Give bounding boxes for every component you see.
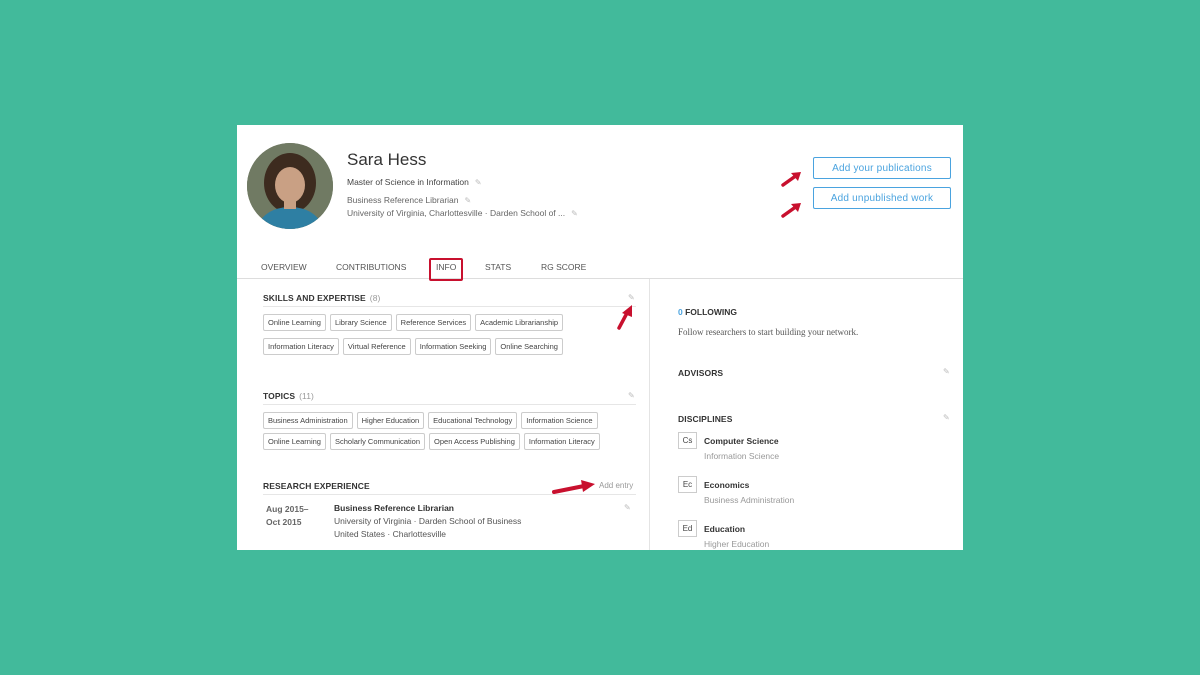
skill-tag[interactable]: Reference Services [395, 314, 472, 331]
add-publications-button[interactable]: Add your publications [813, 157, 951, 179]
pencil-icon[interactable]: ✎ [624, 503, 631, 512]
skill-tag[interactable]: Virtual Reference [342, 338, 411, 355]
pencil-icon[interactable]: ✎ [943, 367, 950, 376]
skill-tag[interactable]: Online Learning [263, 314, 326, 331]
profile-institution: University of Virginia, Charlottesville … [347, 208, 578, 218]
skill-tag[interactable]: Information Literacy [263, 338, 339, 355]
profile-tabs: OVERVIEW CONTRIBUTIONS INFO STATS RG SCO… [237, 256, 963, 279]
profile-panel: Sara Hess Master of Science in Informati… [237, 125, 963, 550]
skills-row-2: Information Literacy Virtual Reference I… [263, 338, 563, 355]
topic-tag[interactable]: Open Access Publishing [429, 433, 520, 450]
topics-row-2: Online Learning Scholarly Communication … [263, 433, 600, 450]
experience-location: United States · Charlottesville [334, 529, 446, 539]
pencil-icon[interactable]: ✎ [628, 293, 635, 302]
discipline-sub: Business Administration [704, 495, 795, 505]
discipline-name[interactable]: Economics [704, 480, 749, 490]
annotation-arrow-icon [617, 305, 632, 330]
discipline-sub: Higher Education [704, 539, 770, 549]
topic-tag[interactable]: Online Learning [263, 433, 326, 450]
topics-row-1: Business Administration Higher Education… [263, 412, 598, 429]
column-divider [649, 279, 650, 550]
topic-tag[interactable]: Information Literacy [523, 433, 600, 450]
topics-title: TOPICS (11) [263, 391, 314, 401]
pencil-icon[interactable]: ✎ [943, 413, 950, 422]
skills-row-1: Online Learning Library Science Referenc… [263, 314, 564, 331]
following-hint: Follow researchers to start building you… [678, 327, 859, 337]
pencil-icon[interactable]: ✎ [571, 209, 578, 218]
topic-tag[interactable]: Scholarly Communication [329, 433, 426, 450]
topic-tag[interactable]: Educational Technology [428, 412, 518, 429]
skill-tag[interactable]: Academic Librarianship [475, 314, 564, 331]
advisors-title: ADVISORS [678, 368, 724, 378]
info-tab-highlight [429, 258, 463, 281]
following-heading[interactable]: 0 FOLLOWING [678, 307, 737, 317]
experience-role: Business Reference Librarian [334, 503, 454, 513]
annotation-arrow-icon [781, 203, 801, 218]
pencil-icon[interactable]: ✎ [628, 391, 635, 400]
experience-dates: Aug 2015– Oct 2015 [266, 504, 309, 527]
discipline-name[interactable]: Education [704, 524, 745, 534]
annotation-arrow-icon [781, 172, 801, 187]
skill-tag[interactable]: Library Science [329, 314, 392, 331]
add-entry-link[interactable]: Add entry [599, 481, 633, 490]
section-divider [263, 404, 636, 405]
discipline-badge: Ed [678, 520, 697, 537]
profile-position: Business Reference Librarian ✎ [347, 195, 472, 205]
experience-org: University of Virginia · Darden School o… [334, 516, 522, 526]
topic-tag[interactable]: Business Administration [263, 412, 353, 429]
disciplines-title: DISCIPLINES [678, 414, 733, 424]
pencil-icon[interactable]: ✎ [465, 196, 472, 205]
section-divider [263, 306, 636, 307]
skill-tag[interactable]: Online Searching [495, 338, 563, 355]
discipline-badge: Cs [678, 432, 697, 449]
pencil-icon[interactable]: ✎ [475, 178, 482, 187]
skills-title: SKILLS AND EXPERTISE (8) [263, 293, 381, 303]
profile-name: Sara Hess [347, 150, 427, 169]
add-unpublished-button[interactable]: Add unpublished work [813, 187, 951, 209]
topic-tag[interactable]: Information Science [521, 412, 598, 429]
research-title: RESEARCH EXPERIENCE [263, 481, 370, 491]
discipline-badge: Ec [678, 476, 697, 493]
tab-overview[interactable]: OVERVIEW [261, 262, 307, 272]
discipline-sub: Information Science [704, 451, 780, 461]
tab-rg-score[interactable]: RG SCORE [541, 262, 586, 272]
tab-stats[interactable]: STATS [485, 262, 511, 272]
topic-tag[interactable]: Higher Education [356, 412, 425, 429]
profile-degree: Master of Science in Information ✎ [347, 177, 482, 187]
profile-avatar[interactable] [247, 143, 333, 229]
discipline-name[interactable]: Computer Science [704, 436, 779, 446]
tab-contributions[interactable]: CONTRIBUTIONS [336, 262, 406, 272]
section-divider [263, 494, 636, 495]
skill-tag[interactable]: Information Seeking [414, 338, 492, 355]
